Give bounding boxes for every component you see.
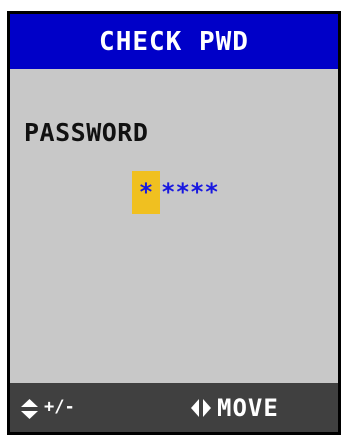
password-cursor-digit[interactable]: * [132,171,160,214]
left-right-arrows-icon [191,399,211,417]
screen-content: CHECK PWD PASSWORD * **** +/- MOVE [10,14,338,432]
softkey-bar: +/- MOVE [10,383,338,432]
password-field[interactable]: * **** [132,171,219,214]
screen-header: CHECK PWD [10,14,338,69]
adjust-hint: +/- [44,397,75,417]
device-screen: CHECK PWD PASSWORD * **** +/- MOVE [7,11,341,435]
move-hint: MOVE [217,394,279,422]
password-label: PASSWORD [24,118,149,147]
password-masked-digits: **** [161,178,219,206]
up-down-arrows-icon [21,399,38,419]
screen-title: CHECK PWD [99,26,249,57]
